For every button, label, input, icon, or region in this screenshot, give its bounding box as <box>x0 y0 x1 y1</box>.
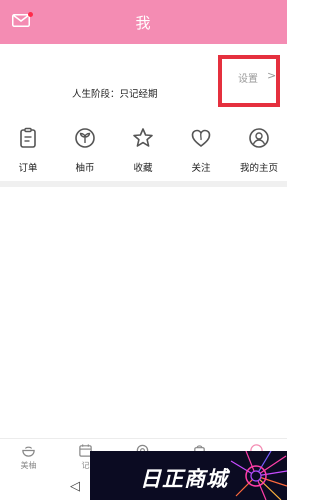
tab-label: 美柚 <box>20 461 37 470</box>
life-stage-text: 人生阶段：只记经期 <box>72 89 158 100</box>
menu-item-orders[interactable]: 订单 <box>0 118 56 181</box>
tab-meiyou[interactable]: 美柚 <box>0 439 57 473</box>
shortcut-menu: 订单 柚币 收藏 关注 我的主页 <box>0 118 287 181</box>
menu-item-homepage[interactable]: 我的主页 <box>231 118 287 181</box>
watermark-text: 日正商城 <box>140 467 228 491</box>
burst-graphic <box>230 451 287 500</box>
star-icon <box>133 128 153 147</box>
menu-label: 柚币 <box>75 163 95 174</box>
clipboard-icon <box>20 127 36 148</box>
chevron-right-icon: > <box>267 69 277 82</box>
section-divider <box>0 181 287 187</box>
menu-label: 关注 <box>191 163 211 174</box>
menu-label: 我的主页 <box>239 163 278 174</box>
sprout-coin-icon <box>75 128 95 148</box>
page-title: 我 <box>135 14 152 32</box>
back-icon[interactable]: ◁ <box>70 479 80 494</box>
watermark-logo: 日正商城 <box>90 451 287 500</box>
heart-icon <box>191 129 211 148</box>
user-icon <box>249 128 269 148</box>
menu-item-following[interactable]: 关注 <box>173 118 229 181</box>
top-header: 我 <box>0 0 287 44</box>
bowl-icon <box>22 446 35 457</box>
menu-label: 订单 <box>18 163 38 174</box>
settings-link[interactable]: 设置 <box>238 70 258 85</box>
menu-item-coins[interactable]: 柚币 <box>57 118 113 181</box>
menu-item-favorites[interactable]: 收藏 <box>115 118 171 181</box>
menu-label: 收藏 <box>133 163 153 174</box>
